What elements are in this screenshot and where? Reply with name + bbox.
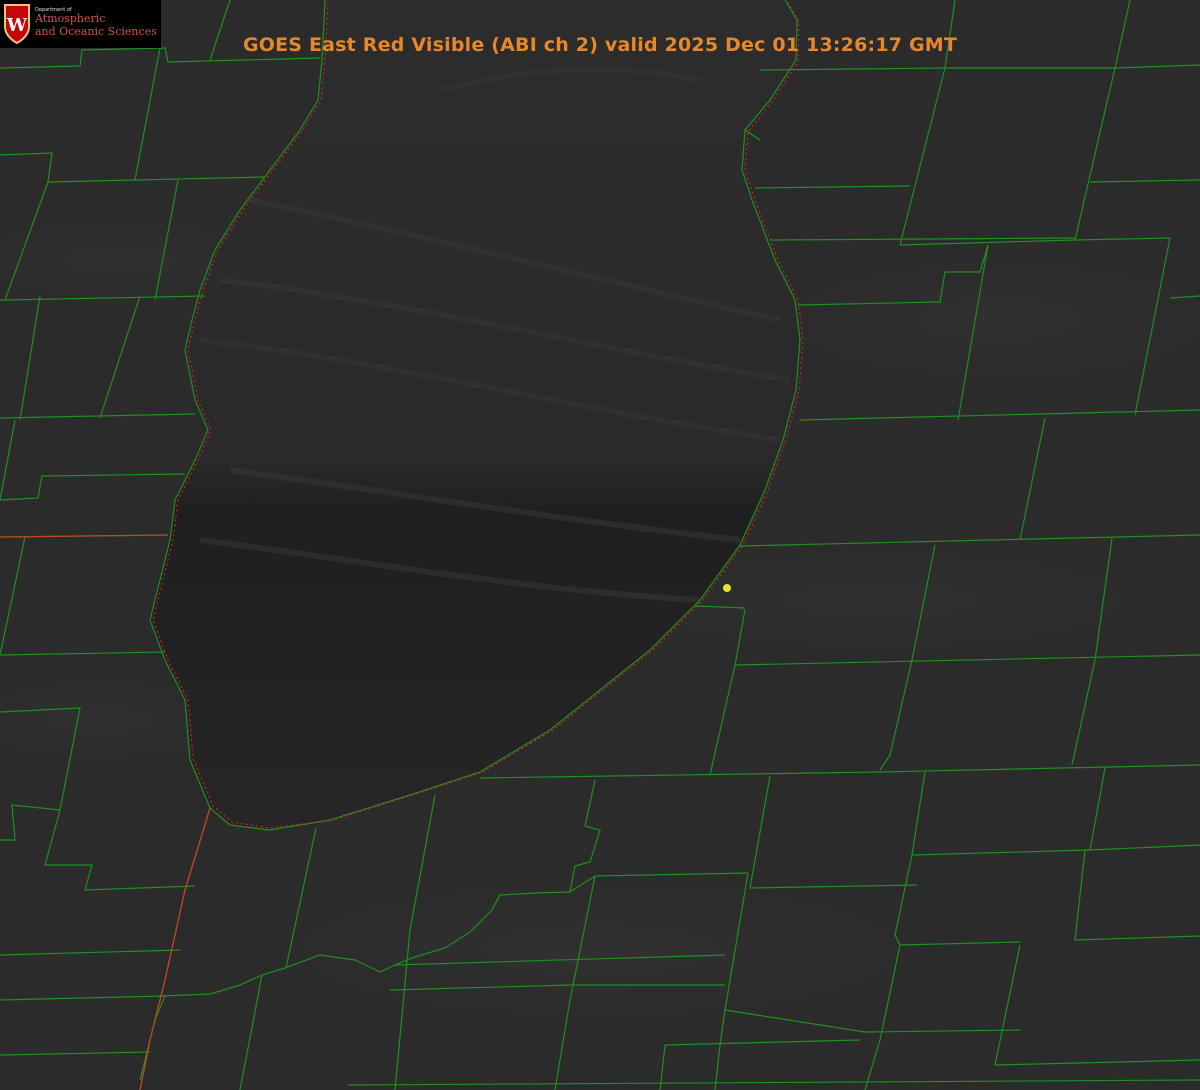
location-marker <box>723 584 731 592</box>
satellite-viewer: W Department of Atmospheric and Oceanic … <box>0 0 1200 1090</box>
image-title: GOES East Red Visible (ABI ch 2) valid 2… <box>242 34 958 56</box>
satellite-map <box>0 0 1200 1090</box>
svg-text:W: W <box>6 15 28 36</box>
logo-line-1: Atmospheric <box>35 12 106 25</box>
